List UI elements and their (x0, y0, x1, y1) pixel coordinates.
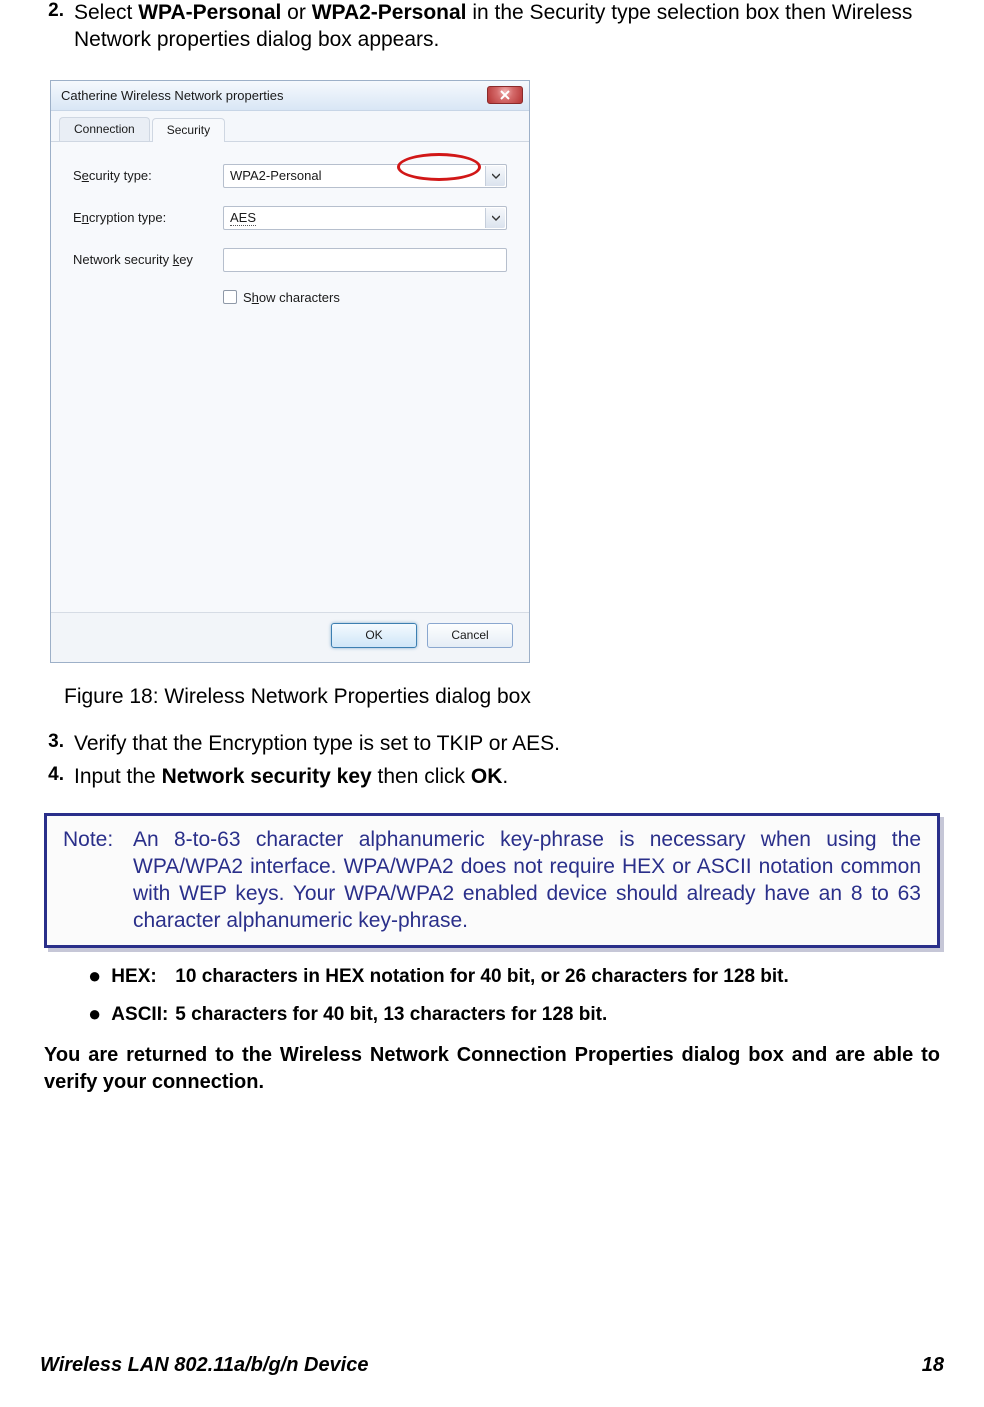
wireless-properties-dialog: Catherine Wireless Network properties Co… (50, 80, 530, 663)
page: 2. Select WPA-Personal or WPA2-Personal … (0, 0, 984, 1407)
chevron-down-icon (492, 214, 500, 222)
footer-left: Wireless LAN 802.11a/b/g/n Device (40, 1354, 369, 1377)
label-security-type: Security type: (73, 168, 223, 183)
cancel-button[interactable]: Cancel (427, 623, 513, 648)
note-text: An 8-to-63 character alphanumeric key-ph… (133, 826, 921, 935)
dialog-buttons: OK Cancel (51, 612, 529, 662)
label-encryption-type: Encryption type: (73, 210, 223, 225)
combo-arrow[interactable] (485, 208, 505, 228)
security-type-combo[interactable]: WPA2-Personal (223, 164, 507, 188)
ok-button[interactable]: OK (331, 623, 417, 648)
step-4-text: Input the Network security key then clic… (74, 764, 944, 791)
show-characters-checkbox[interactable] (223, 290, 237, 304)
label-network-key: Network security key (73, 252, 223, 267)
network-key-input[interactable] (223, 248, 507, 272)
tab-connection[interactable]: Connection (59, 117, 150, 141)
combo-arrow[interactable] (485, 166, 505, 186)
field-encryption-type: Encryption type: AES (73, 206, 507, 230)
dialog-title: Catherine Wireless Network properties (61, 88, 487, 103)
page-footer: Wireless LAN 802.11a/b/g/n Device 18 (40, 1354, 944, 1377)
chevron-down-icon (492, 172, 500, 180)
note-box: Note: An 8-to-63 character alphanumeric … (44, 813, 940, 948)
close-icon (500, 90, 510, 100)
footer-page-number: 18 (922, 1354, 944, 1377)
security-type-value: WPA2-Personal (230, 168, 322, 183)
conclusion-text: You are returned to the Wireless Network… (44, 1042, 940, 1096)
bullet-dot-icon: ● (88, 966, 101, 988)
bullet-list: ● HEX:10 characters in HEX notation for … (88, 966, 944, 1026)
field-network-key: Network security key (73, 248, 507, 272)
show-characters-label: Show characters (243, 290, 340, 305)
step-2-text: Select WPA-Personal or WPA2-Personal in … (74, 0, 944, 54)
dialog-body: Security type: WPA2-Personal Encryption … (51, 142, 529, 612)
step-2-number: 2. (40, 0, 64, 54)
field-security-type: Security type: WPA2-Personal (73, 164, 507, 188)
dialog-screenshot: Catherine Wireless Network properties Co… (50, 80, 944, 663)
bullet-hex: ● HEX:10 characters in HEX notation for … (88, 966, 944, 988)
note-label: Note: (63, 826, 133, 935)
dialog-titlebar: Catherine Wireless Network properties (51, 81, 529, 111)
step-4-number: 4. (40, 764, 64, 791)
step-3-text: Verify that the Encryption type is set t… (74, 731, 944, 758)
bullet-dot-icon: ● (88, 1004, 101, 1026)
step-2: 2. Select WPA-Personal or WPA2-Personal … (40, 0, 944, 54)
step-3-number: 3. (40, 731, 64, 758)
tab-security[interactable]: Security (152, 118, 225, 142)
show-characters-row: Show characters (223, 290, 507, 305)
dialog-tabs: Connection Security (51, 111, 529, 142)
bullet-ascii: ● ASCII:5 characters for 40 bit, 13 char… (88, 1004, 944, 1026)
encryption-type-combo[interactable]: AES (223, 206, 507, 230)
encryption-type-value: AES (230, 210, 256, 226)
steps-3-4: 3. Verify that the Encryption type is se… (40, 731, 944, 791)
figure-caption: Figure 18: Wireless Network Properties d… (64, 685, 944, 709)
close-button[interactable] (487, 86, 523, 104)
